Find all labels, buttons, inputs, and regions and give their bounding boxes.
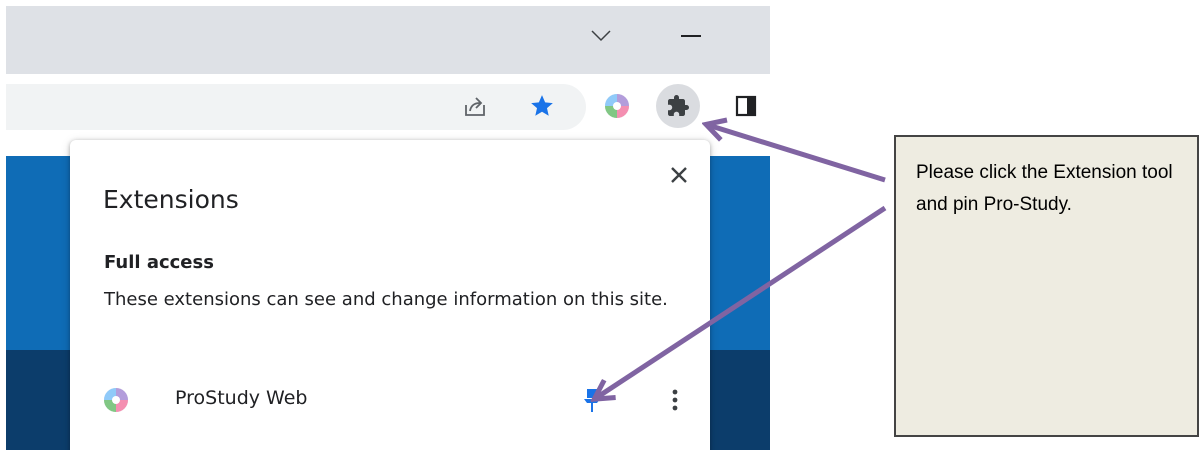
extensions-popup: Extensions Full access These extensions …: [70, 140, 710, 450]
address-bar[interactable]: [6, 84, 586, 130]
pin-button[interactable]: [576, 384, 608, 416]
prostudy-icon: [104, 388, 128, 412]
side-panel-icon: [735, 95, 757, 117]
browser-window: Extensions Full access These extensions …: [6, 6, 770, 450]
minimize-button[interactable]: [668, 16, 714, 56]
tab-search-button[interactable]: [578, 16, 624, 56]
side-panel-button[interactable]: [724, 84, 768, 128]
prostudy-toolbar-button[interactable]: [595, 84, 639, 128]
extensions-puzzle-icon: [668, 95, 689, 116]
prostudy-extension-icon: [605, 94, 629, 118]
share-icon: [465, 97, 485, 116]
close-button[interactable]: [664, 160, 694, 190]
more-vert-icon: [672, 389, 678, 411]
section-heading: Full access: [104, 252, 214, 273]
extension-name: ProStudy Web: [175, 387, 308, 409]
share-button[interactable]: [453, 84, 497, 128]
browser-toolbar: [6, 74, 770, 142]
chevron-down-icon: [591, 30, 611, 42]
title-bar: [6, 6, 770, 74]
section-description: These extensions can see and change info…: [104, 289, 668, 310]
instruction-callout: Please click the Extension tool and pin …: [894, 135, 1199, 437]
popup-title: Extensions: [103, 185, 239, 214]
callout-text: Please click the Extension tool and pin …: [916, 162, 1173, 215]
extension-menu-button[interactable]: [662, 384, 688, 416]
bookmark-star-icon: [531, 95, 553, 116]
extension-row[interactable]: ProStudy Web: [90, 376, 700, 424]
bookmark-button[interactable]: [520, 84, 564, 128]
minimize-icon: [681, 35, 701, 37]
pin-icon: [584, 389, 600, 412]
extensions-button[interactable]: [656, 84, 700, 128]
close-icon: [671, 167, 687, 183]
